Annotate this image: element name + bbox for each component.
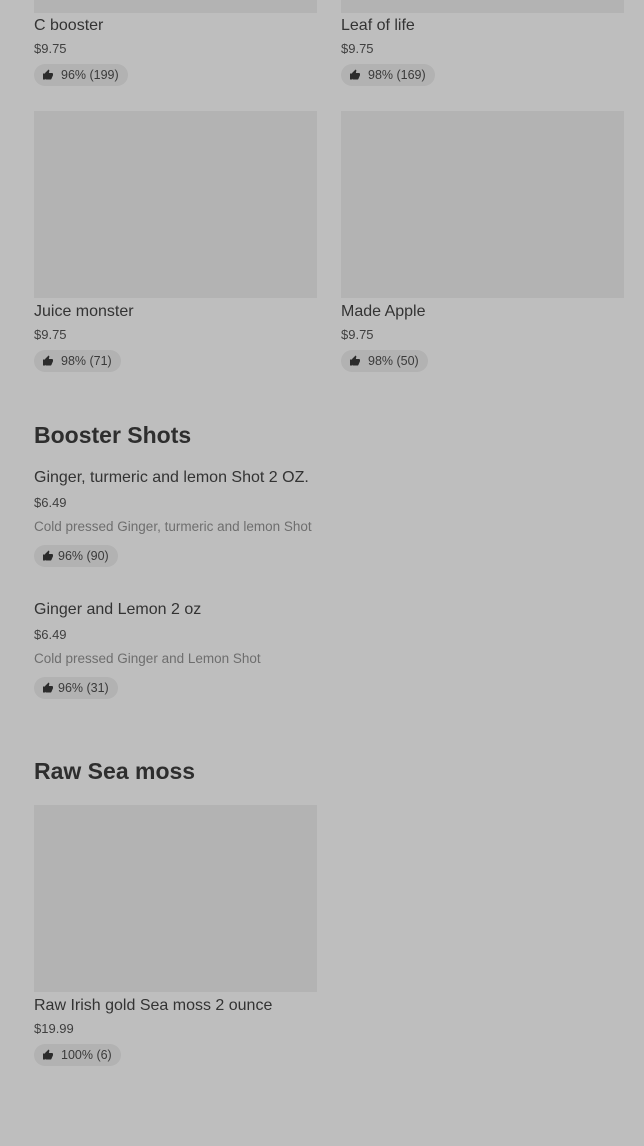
product-name[interactable]: Juice monster	[34, 303, 134, 321]
product-name[interactable]: C booster	[34, 17, 103, 35]
product-price: $9.75	[341, 327, 374, 342]
thumbs-up-icon	[42, 550, 54, 562]
rating-text: 96% (90)	[58, 549, 109, 563]
rating-badge: 96% (199)	[34, 64, 128, 86]
thumbs-up-icon	[42, 1049, 54, 1061]
product-image-juice-monster[interactable]	[34, 111, 317, 298]
product-name[interactable]: Made Apple	[341, 303, 426, 321]
product-description: Cold pressed Ginger and Lemon Shot	[34, 651, 261, 666]
product-image-raw-irish-gold-sea-moss[interactable]	[34, 805, 317, 992]
product-description: Cold pressed Ginger, turmeric and lemon …	[34, 519, 312, 534]
rating-text: 98% (50)	[368, 354, 419, 368]
rating-badge: 98% (169)	[341, 64, 435, 86]
rating-text: 96% (31)	[58, 681, 109, 695]
rating-badge: 98% (71)	[34, 350, 121, 372]
rating-text: 100% (6)	[61, 1048, 112, 1062]
product-price: $6.49	[34, 495, 67, 510]
product-price: $19.99	[34, 1021, 74, 1036]
rating-text: 98% (169)	[368, 68, 426, 82]
rating-text: 96% (199)	[61, 68, 119, 82]
rating-text: 98% (71)	[61, 354, 112, 368]
product-name[interactable]: Raw Irish gold Sea moss 2 ounce	[34, 997, 272, 1015]
product-image-leaf-of-life[interactable]	[341, 0, 624, 13]
product-name[interactable]: Ginger, turmeric and lemon Shot 2 OZ.	[34, 469, 309, 487]
product-price: $9.75	[34, 41, 67, 56]
product-name[interactable]: Ginger and Lemon 2 oz	[34, 601, 201, 619]
thumbs-up-icon	[42, 682, 54, 694]
product-name[interactable]: Leaf of life	[341, 17, 415, 35]
rating-badge: 96% (31)	[34, 677, 118, 699]
rating-badge: 96% (90)	[34, 545, 118, 567]
section-title-booster-shots: Booster Shots	[34, 422, 192, 448]
section-title-raw-sea-moss: Raw Sea moss	[34, 758, 196, 784]
rating-badge: 100% (6)	[34, 1044, 121, 1066]
thumbs-up-icon	[42, 355, 54, 367]
product-image-c-booster[interactable]	[34, 0, 317, 13]
product-image-made-apple[interactable]	[341, 111, 624, 298]
rating-badge: 98% (50)	[341, 350, 428, 372]
thumbs-up-icon	[42, 69, 54, 81]
thumbs-up-icon	[349, 355, 361, 367]
product-price: $9.75	[341, 41, 374, 56]
product-price: $9.75	[34, 327, 67, 342]
thumbs-up-icon	[349, 69, 361, 81]
product-price: $6.49	[34, 627, 67, 642]
